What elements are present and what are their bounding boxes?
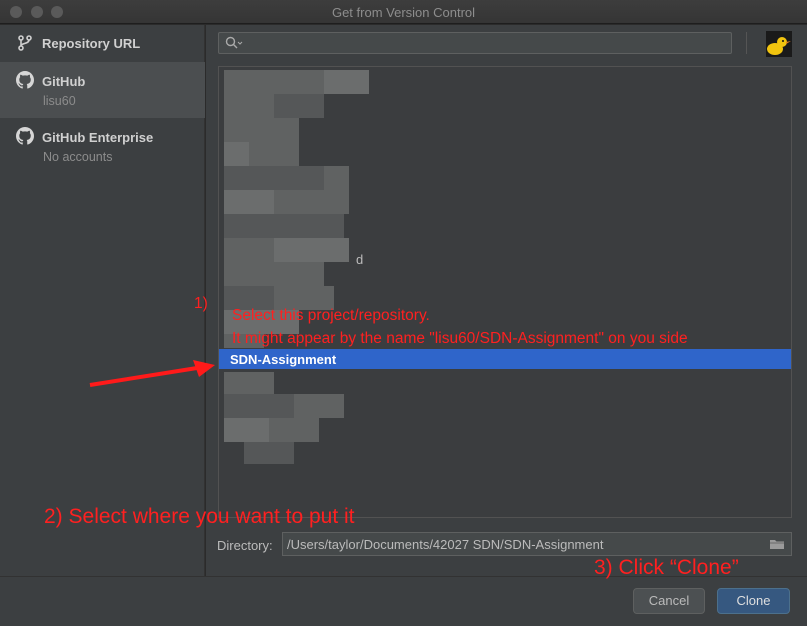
blurred-repo-name [274, 238, 349, 262]
sidebar-item-label: GitHub [42, 74, 86, 89]
blurred-repo-name [324, 70, 369, 94]
annotation-step1-line1: Select this project/repository. [232, 307, 430, 324]
blurred-repo-name [224, 262, 324, 286]
directory-field[interactable]: /Users/taylor/Documents/42027 SDN/SDN-As… [282, 532, 792, 556]
blurred-repo-name [224, 214, 344, 238]
sidebar-item-label: Repository URL [42, 36, 141, 51]
directory-path: /Users/taylor/Documents/42027 SDN/SDN-As… [287, 537, 604, 552]
main-panel: d SDN-Assignment Directory: /Users/taylo… [206, 25, 807, 576]
search-icon [225, 36, 243, 49]
branch-icon [18, 35, 32, 51]
sidebar-item-github-enterprise[interactable]: GitHub Enterprise No accounts [0, 118, 205, 174]
blurred-repo-name [244, 442, 294, 464]
cancel-button[interactable]: Cancel [633, 588, 705, 614]
blurred-repo-name [224, 70, 324, 94]
account-avatar[interactable] [766, 31, 792, 57]
title-bar: Get from Version Control [0, 0, 807, 24]
repository-list[interactable]: d SDN-Assignment [218, 66, 792, 518]
annotation-step1-number: 1) [194, 295, 208, 312]
partial-repo-text: d [356, 252, 364, 267]
selected-repo-name: SDN-Assignment [230, 352, 337, 367]
blurred-repo-name [324, 166, 349, 190]
blurred-repo-name [224, 372, 274, 394]
annotation-arrow [89, 360, 215, 387]
github-icon [16, 127, 34, 145]
blurred-repo-name [274, 190, 349, 214]
dialog-footer: Cancel Clone [0, 576, 807, 626]
blurred-repo-name [224, 142, 249, 166]
blurred-repo-name [224, 238, 274, 262]
annotation-step1-line2: It might appear by the name "lisu60/SDN-… [232, 330, 688, 347]
annotation-step2: 2) Select where you want to put it [44, 505, 355, 528]
blurred-repo-name [269, 418, 319, 442]
clone-button[interactable]: Clone [717, 588, 790, 614]
blurred-repo-name [249, 142, 299, 166]
sidebar-item-label: GitHub Enterprise [42, 130, 154, 145]
blurred-repo-name [224, 418, 269, 442]
annotation-step3: 3) Click “Clone” [594, 556, 739, 579]
github-icon [16, 71, 34, 89]
sidebar-item-account: lisu60 [43, 94, 76, 108]
sidebar: Repository URL GitHub lisu60 GitHub Ente… [0, 25, 205, 576]
search-input[interactable] [218, 32, 732, 54]
toolbar-separator [746, 32, 747, 54]
blurred-repo-name [224, 118, 299, 142]
blurred-repo-name [274, 94, 324, 118]
folder-icon[interactable] [769, 538, 785, 550]
blurred-repo-name [224, 190, 274, 214]
window-title: Get from Version Control [331, 5, 476, 20]
blurred-repo-name [224, 94, 274, 118]
directory-label: Directory: [217, 538, 273, 553]
sidebar-item-github[interactable]: GitHub lisu60 [0, 62, 205, 118]
sidebar-item-account: No accounts [43, 150, 113, 164]
sidebar-item-repository-url[interactable]: Repository URL [0, 25, 205, 62]
list-item-selected[interactable]: SDN-Assignment [219, 349, 791, 369]
blurred-repo-name [294, 394, 344, 418]
blurred-repo-name [224, 166, 324, 190]
blurred-repo-name [224, 394, 294, 418]
